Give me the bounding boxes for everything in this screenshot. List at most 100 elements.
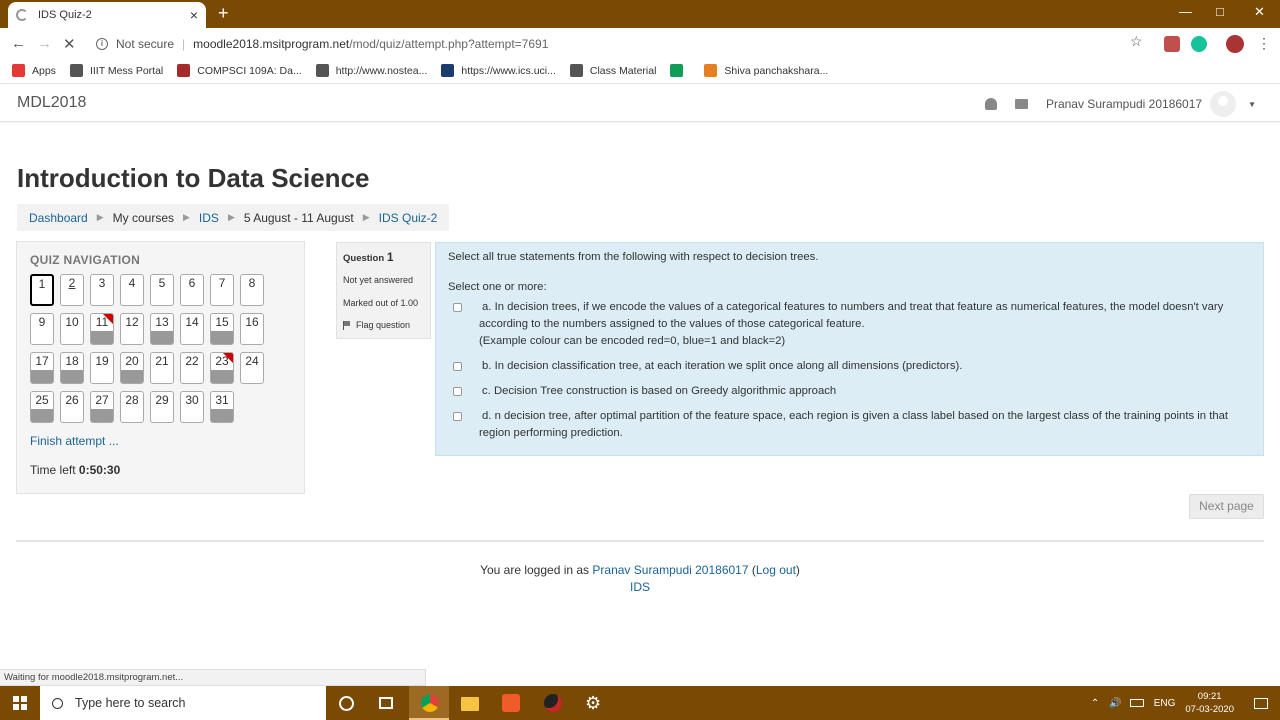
footer-course-link[interactable]: IDS — [630, 580, 650, 594]
quiz-question-button[interactable]: 17 — [30, 352, 54, 384]
bookmark-item[interactable] — [670, 64, 690, 77]
next-page-button[interactable]: Next page — [1189, 494, 1264, 519]
quiz-question-button[interactable]: 13 — [150, 313, 174, 345]
breadcrumb-ids[interactable]: IDS — [199, 211, 219, 225]
new-tab-button[interactable]: + — [218, 4, 229, 22]
quiz-question-button[interactable]: 7 — [210, 274, 234, 306]
bookmark-item[interactable]: COMPSCI 109A: Da... — [177, 64, 302, 77]
browser-tab[interactable]: IDS Quiz-2 × — [8, 2, 206, 28]
quiz-question-button[interactable]: 31 — [210, 391, 234, 423]
maximize-icon[interactable]: □ — [1216, 4, 1224, 19]
site-brand[interactable]: MDL2018 — [17, 94, 86, 112]
bookmark-label: COMPSCI 109A: Da... — [197, 64, 302, 77]
user-name[interactable]: Pranav Surampudi 20186017 — [1046, 97, 1202, 111]
forward-arrow-icon[interactable]: → — [37, 35, 52, 52]
breadcrumb-dashboard[interactable]: Dashboard — [29, 211, 88, 225]
answer-option[interactable]: c. Decision Tree construction is based o… — [448, 383, 1251, 400]
footer-user-link[interactable]: Pranav Surampudi 20186017 — [592, 563, 748, 577]
bookmark-item[interactable]: Apps — [12, 64, 56, 77]
answer-option[interactable]: d. n decision tree, after optimal partit… — [448, 408, 1251, 442]
bookmark-item[interactable]: https://www.ics.uci... — [441, 64, 556, 77]
finish-attempt-link[interactable]: Finish attempt ... — [30, 434, 119, 448]
recorder-icon[interactable] — [544, 694, 562, 712]
stop-icon[interactable]: ✕ — [63, 35, 76, 53]
quiz-question-number: 21 — [155, 354, 169, 368]
minimize-icon[interactable]: — — [1179, 4, 1192, 19]
bookmark-label: Shiva panchakshara... — [724, 64, 829, 77]
quiz-question-button[interactable]: 24 — [240, 352, 264, 384]
quiz-question-button[interactable]: 12 — [120, 313, 144, 345]
quiz-question-button[interactable]: 27 — [90, 391, 114, 423]
quiz-question-button[interactable]: 14 — [180, 313, 204, 345]
tab-close-icon[interactable]: × — [190, 7, 198, 23]
bookmark-item[interactable]: IIIT Mess Portal — [69, 64, 163, 77]
quiz-question-button[interactable]: 9 — [30, 313, 54, 345]
quiz-question-button[interactable]: 5 — [150, 274, 174, 306]
xampp-icon[interactable] — [502, 694, 520, 712]
task-view-icon[interactable] — [379, 697, 393, 709]
quiz-question-button[interactable]: 29 — [150, 391, 174, 423]
answer-option-body: Decision Tree construction is based on G… — [493, 385, 837, 397]
answer-checkbox[interactable] — [453, 303, 462, 312]
chrome-menu-icon[interactable]: ⋮ — [1257, 35, 1271, 52]
quiz-question-button[interactable]: 19 — [90, 352, 114, 384]
clock-date: 07-03-2020 — [1185, 704, 1234, 715]
info-icon[interactable]: i — [96, 37, 108, 50]
question-number: Question 1 — [343, 250, 424, 264]
answer-checkbox[interactable] — [453, 412, 462, 421]
logout-link[interactable]: Log out — [756, 563, 796, 577]
file-explorer-icon[interactable] — [461, 697, 479, 711]
quiz-question-button[interactable]: 23 — [210, 352, 234, 384]
quiz-question-button[interactable]: 10 — [60, 313, 84, 345]
answer-checkbox[interactable] — [453, 362, 462, 371]
quiz-question-button[interactable]: 16 — [240, 313, 264, 345]
cortana-icon[interactable] — [339, 696, 354, 711]
grammarly-extension-icon[interactable] — [1191, 36, 1207, 52]
messages-icon[interactable] — [1014, 99, 1028, 109]
quiz-question-button[interactable]: 15 — [210, 313, 234, 345]
quiz-question-button[interactable]: 8 — [240, 274, 264, 306]
taskbar-search[interactable]: Type here to search — [40, 686, 326, 720]
bookmark-star-icon[interactable]: ☆ — [1130, 33, 1143, 50]
quiz-question-button[interactable]: 6 — [180, 274, 204, 306]
settings-gear-icon[interactable]: ⚙ — [585, 694, 603, 712]
breadcrumb-quiz[interactable]: IDS Quiz-2 — [379, 211, 438, 225]
answer-checkbox[interactable] — [453, 387, 462, 396]
quiz-question-button[interactable]: 1 — [30, 274, 54, 306]
chevron-down-icon[interactable]: ▼ — [1248, 100, 1256, 109]
pdf-extension-icon[interactable] — [1164, 36, 1180, 52]
answer-option[interactable]: a. In decision trees, if we encode the v… — [448, 299, 1251, 350]
loading-spinner-icon — [16, 9, 28, 21]
flag-question-button[interactable]: Flag question — [343, 320, 424, 330]
tray-chevron-up-icon[interactable]: ⌃ — [1091, 698, 1099, 709]
quiz-question-button[interactable]: 28 — [120, 391, 144, 423]
quiz-question-button[interactable]: 3 — [90, 274, 114, 306]
avatar[interactable] — [1210, 91, 1237, 117]
back-arrow-icon[interactable]: ← — [11, 35, 26, 52]
quiz-question-button[interactable]: 2 — [60, 274, 84, 306]
notifications-icon[interactable] — [1254, 697, 1268, 709]
quiz-question-button[interactable]: 11 — [90, 313, 114, 345]
quiz-question-button[interactable]: 4 — [120, 274, 144, 306]
chrome-taskbar-icon[interactable] — [421, 694, 439, 712]
answer-option[interactable]: b. In decision classification tree, at e… — [448, 358, 1251, 375]
volume-icon[interactable]: 🔊 — [1109, 698, 1121, 709]
quiz-question-button[interactable]: 26 — [60, 391, 84, 423]
notification-bell-icon[interactable] — [984, 98, 997, 110]
bookmark-item[interactable]: http://www.nostea... — [315, 64, 427, 77]
quiz-question-button[interactable]: 25 — [30, 391, 54, 423]
bookmark-item[interactable]: Class Material — [569, 64, 656, 77]
language-indicator[interactable]: ENG — [1154, 698, 1176, 709]
address-bar[interactable]: i Not secure | moodle2018.msitprogram.ne… — [92, 32, 1152, 55]
window-close-icon[interactable]: ✕ — [1254, 4, 1265, 20]
quiz-question-button[interactable]: 20 — [120, 352, 144, 384]
quiz-question-button[interactable]: 21 — [150, 352, 174, 384]
quiz-question-button[interactable]: 18 — [60, 352, 84, 384]
bookmark-item[interactable]: Shiva panchakshara... — [704, 64, 828, 77]
system-clock[interactable]: 09:21 07-03-2020 — [1185, 690, 1234, 716]
quiz-question-button[interactable]: 22 — [180, 352, 204, 384]
battery-icon[interactable] — [1129, 699, 1144, 707]
quiz-question-button[interactable]: 30 — [180, 391, 204, 423]
start-button[interactable] — [0, 686, 40, 720]
profile-avatar[interactable] — [1226, 35, 1244, 53]
